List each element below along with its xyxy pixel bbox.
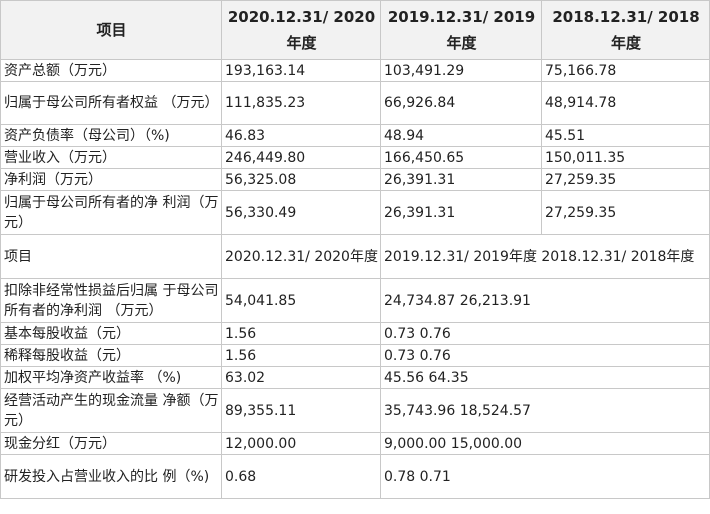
cell-2019-2018: 45.56 64.35 bbox=[380, 366, 710, 389]
table-row: 稀释每股收益（元） 1.56 0.73 0.76 bbox=[0, 344, 710, 367]
table-row: 营业收入（万元） 246,449.80 166,450.65 150,011.3… bbox=[0, 146, 710, 169]
table-row: 扣除非经常性损益后归属 于母公司所有者的净利润 （万元） 54,041.85 2… bbox=[0, 278, 710, 323]
cell-2018: 45.51 bbox=[541, 124, 710, 147]
cell-2018: 27,259.35 bbox=[541, 190, 710, 235]
cell-2020: 193,163.14 bbox=[221, 59, 381, 82]
cell-2019-2018: 0.78 0.71 bbox=[380, 454, 710, 499]
row-label: 现金分红（万元） bbox=[0, 432, 222, 455]
cell-2020: 111,835.23 bbox=[221, 81, 381, 125]
table-row: 现金分红（万元） 12,000.00 9,000.00 15,000.00 bbox=[0, 432, 710, 455]
cell-2019: 48.94 bbox=[380, 124, 542, 147]
sub-header-2020: 2020.12.31/ 2020年度 bbox=[221, 234, 381, 279]
cell-2020: 63.02 bbox=[221, 366, 381, 389]
cell-2020: 56,330.49 bbox=[221, 190, 381, 235]
sub-header-row: 项目 2020.12.31/ 2020年度 2019.12.31/ 2019年度… bbox=[0, 234, 710, 279]
table-row: 净利润（万元） 56,325.08 26,391.31 27,259.35 bbox=[0, 168, 710, 191]
financial-data-table: 项目 2020.12.31/ 2020年度 2019.12.31/ 2019年度… bbox=[0, 0, 710, 499]
table-row: 资产总额（万元） 193,163.14 103,491.29 75,166.78 bbox=[0, 59, 710, 82]
cell-2020: 46.83 bbox=[221, 124, 381, 147]
table-header-row: 项目 2020.12.31/ 2020年度 2019.12.31/ 2019年度… bbox=[0, 0, 710, 60]
cell-2020: 54,041.85 bbox=[221, 278, 381, 323]
sub-header-item: 项目 bbox=[0, 234, 222, 279]
row-label: 归属于母公司所有者的净 利润（万元） bbox=[0, 190, 222, 235]
cell-2019-2018: 0.73 0.76 bbox=[380, 344, 710, 367]
cell-2019: 166,450.65 bbox=[380, 146, 542, 169]
table-row: 基本每股收益（元） 1.56 0.73 0.76 bbox=[0, 322, 710, 345]
cell-2019-2018: 9,000.00 15,000.00 bbox=[380, 432, 710, 455]
cell-2020: 1.56 bbox=[221, 344, 381, 367]
cell-2020: 89,355.11 bbox=[221, 388, 381, 433]
cell-2018: 48,914.78 bbox=[541, 81, 710, 125]
row-label: 基本每股收益（元） bbox=[0, 322, 222, 345]
cell-2020: 0.68 bbox=[221, 454, 381, 499]
row-label: 净利润（万元） bbox=[0, 168, 222, 191]
header-2020: 2020.12.31/ 2020年度 bbox=[221, 0, 381, 60]
cell-2020: 1.56 bbox=[221, 322, 381, 345]
header-2019: 2019.12.31/ 2019年度 bbox=[380, 0, 542, 60]
row-label: 经营活动产生的现金流量 净额（万元） bbox=[0, 388, 222, 433]
row-label: 扣除非经常性损益后归属 于母公司所有者的净利润 （万元） bbox=[0, 278, 222, 323]
row-label: 加权平均净资产收益率 （%) bbox=[0, 366, 222, 389]
cell-2019: 26,391.31 bbox=[380, 168, 542, 191]
header-2018: 2018.12.31/ 2018年度 bbox=[541, 0, 710, 60]
cell-2019-2018: 35,743.96 18,524.57 bbox=[380, 388, 710, 433]
cell-2018: 75,166.78 bbox=[541, 59, 710, 82]
cell-2019-2018: 24,734.87 26,213.91 bbox=[380, 278, 710, 323]
cell-2019-2018: 0.73 0.76 bbox=[380, 322, 710, 345]
cell-2020: 246,449.80 bbox=[221, 146, 381, 169]
table-row: 经营活动产生的现金流量 净额（万元） 89,355.11 35,743.96 1… bbox=[0, 388, 710, 433]
cell-2020: 12,000.00 bbox=[221, 432, 381, 455]
table-row: 归属于母公司所有者的净 利润（万元） 56,330.49 26,391.31 2… bbox=[0, 190, 710, 235]
cell-2020: 56,325.08 bbox=[221, 168, 381, 191]
table-row: 资产负债率（母公司）（%) 46.83 48.94 45.51 bbox=[0, 124, 710, 147]
row-label: 稀释每股收益（元） bbox=[0, 344, 222, 367]
cell-2019: 26,391.31 bbox=[380, 190, 542, 235]
table-row: 研发投入占营业收入的比 例（%) 0.68 0.78 0.71 bbox=[0, 454, 710, 499]
cell-2018: 27,259.35 bbox=[541, 168, 710, 191]
row-label: 资产负债率（母公司）（%) bbox=[0, 124, 222, 147]
row-label: 营业收入（万元） bbox=[0, 146, 222, 169]
table-row: 归属于母公司所有者权益 （万元） 111,835.23 66,926.84 48… bbox=[0, 81, 710, 125]
sub-header-2019-2018: 2019.12.31/ 2019年度 2018.12.31/ 2018年度 bbox=[380, 234, 710, 279]
row-label: 资产总额（万元） bbox=[0, 59, 222, 82]
row-label: 归属于母公司所有者权益 （万元） bbox=[0, 81, 222, 125]
table-row: 加权平均净资产收益率 （%) 63.02 45.56 64.35 bbox=[0, 366, 710, 389]
cell-2019: 66,926.84 bbox=[380, 81, 542, 125]
row-label: 研发投入占营业收入的比 例（%) bbox=[0, 454, 222, 499]
cell-2018: 150,011.35 bbox=[541, 146, 710, 169]
header-item: 项目 bbox=[0, 0, 222, 60]
cell-2019: 103,491.29 bbox=[380, 59, 542, 82]
